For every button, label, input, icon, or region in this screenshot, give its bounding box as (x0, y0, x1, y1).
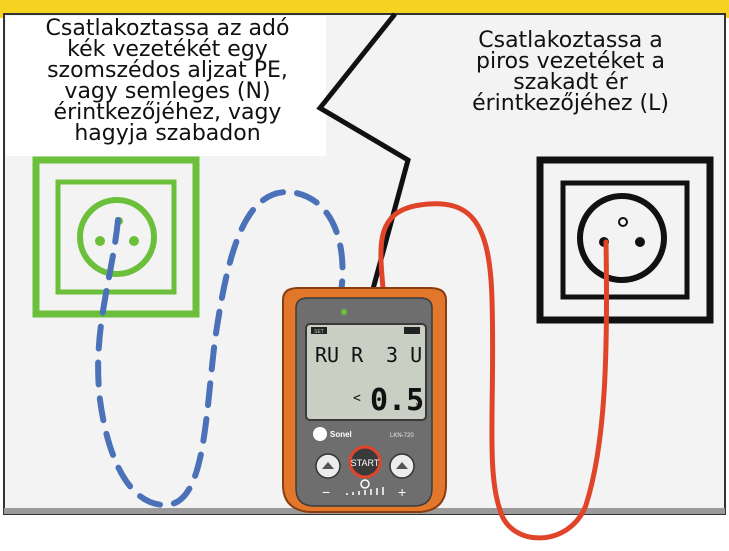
lcd-symbol: < (353, 391, 361, 406)
plus-label: + (398, 484, 406, 500)
right-arrow-button[interactable] (389, 453, 415, 479)
lcd-range: 3 U (386, 343, 422, 367)
start-button[interactable]: START (348, 445, 382, 479)
diagram-stage: SET RU R 3 U < 0.5 V Sonel LKN-720 START… (0, 0, 729, 551)
battery-icon (404, 327, 420, 334)
lcd-tag-left: SET (314, 329, 324, 335)
minus-label: − (322, 484, 330, 500)
lcd-mode: RU R (315, 343, 364, 367)
caption-left: Csatlakoztassa az adó kék vezetékét egy … (45, 16, 290, 146)
status-led (341, 309, 347, 315)
brand-logo-icon (313, 427, 327, 441)
lcd-value: 0.5 (370, 383, 424, 418)
caption-right: Csatlakoztassa a piros vezetéket a szaka… (472, 28, 669, 116)
start-label: START (351, 458, 380, 468)
left-arrow-button[interactable] (315, 453, 341, 479)
brand-name: Sonel (330, 430, 352, 439)
model-name: LKN-720 (390, 433, 414, 439)
